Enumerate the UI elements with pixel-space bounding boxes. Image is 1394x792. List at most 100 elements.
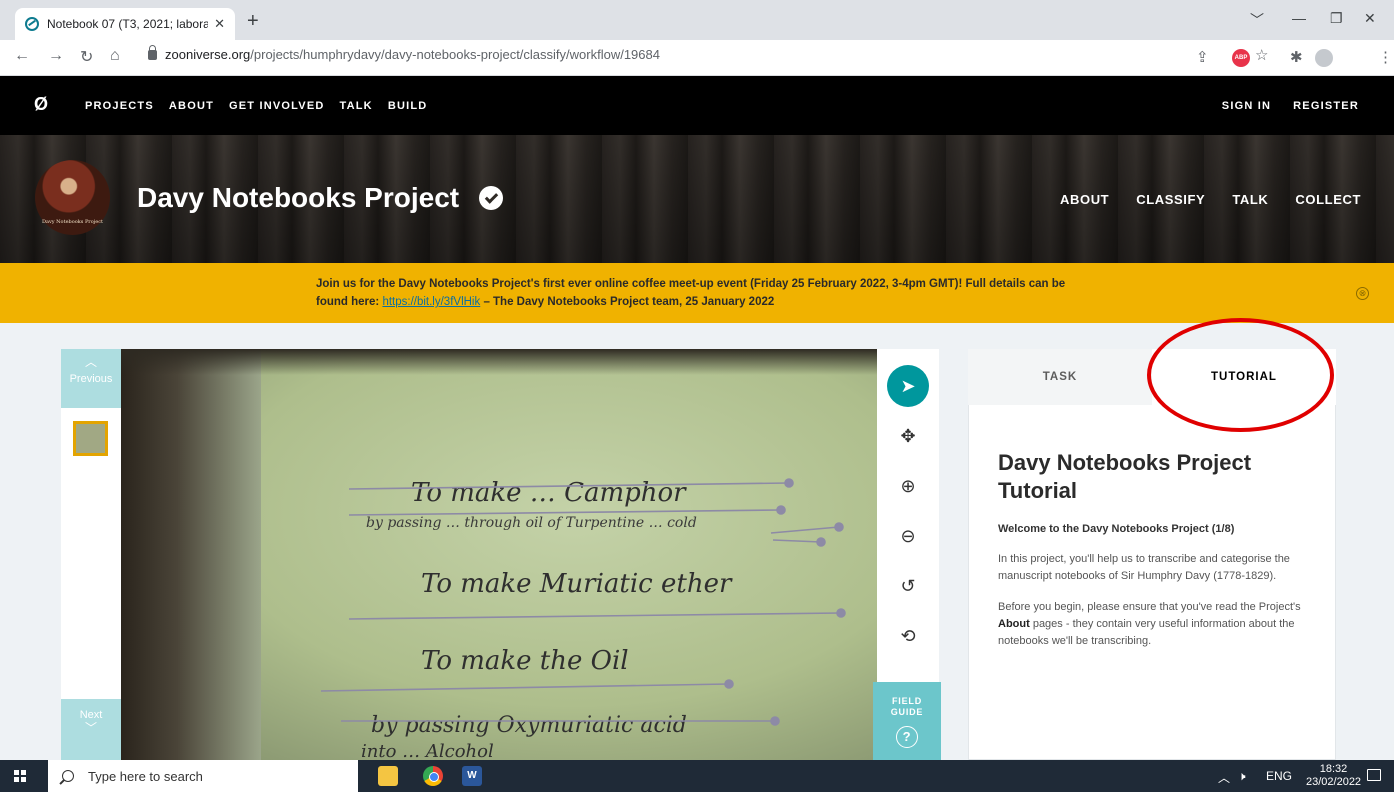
browser-tab[interactable]: Notebook 07 (T3, 2021; laborator ✕: [15, 8, 235, 40]
site-navigation: Ø PROJECTS ABOUT GET INVOLVED TALK BUILD…: [0, 76, 1394, 135]
annotation-line[interactable]: [770, 526, 840, 534]
tutorial-paragraph-text: pages - they contain very useful informa…: [998, 618, 1295, 647]
tray-chevron-icon[interactable]: ︿: [1218, 769, 1230, 786]
new-tab-button[interactable]: +: [247, 11, 259, 31]
register-link[interactable]: REGISTER: [1293, 100, 1359, 112]
url-host: zooniverse.org: [165, 47, 251, 62]
chevron-down-icon: ﹀: [84, 721, 97, 735]
nav-build[interactable]: BUILD: [388, 100, 428, 112]
about-emphasis: About: [998, 618, 1030, 630]
subject-image[interactable]: To make … Camphor by passing … through o…: [121, 349, 877, 760]
reload-icon[interactable]: ↻: [80, 47, 93, 67]
zooniverse-logo-icon[interactable]: Ø: [34, 94, 48, 115]
annotation-handle[interactable]: [784, 478, 794, 488]
field-guide-label: GUIDE: [890, 707, 924, 717]
announcement-link[interactable]: https://bit.ly/3fVlHik: [382, 296, 480, 308]
zoom-out-icon[interactable]: ⊖: [887, 515, 929, 557]
annotation-handle[interactable]: [770, 716, 780, 726]
handwriting-line: by passing Oxymuriatic acid: [371, 713, 687, 738]
nav-get-involved[interactable]: GET INVOLVED: [229, 100, 324, 112]
annotation-handle[interactable]: [816, 537, 826, 547]
annotation-handle[interactable]: [776, 505, 786, 515]
taskbar-clock[interactable]: 18:32 23/02/2022: [1306, 763, 1361, 789]
back-arrow-icon[interactable]: ←: [14, 47, 30, 65]
annotation-handle[interactable]: [724, 679, 734, 689]
extensions-puzzle-icon[interactable]: ✱: [1290, 48, 1303, 66]
move-pan-icon[interactable]: ✥: [887, 415, 929, 457]
file-explorer-icon[interactable]: [378, 766, 398, 786]
notifications-icon[interactable]: [1367, 769, 1381, 781]
clock-date: 23/02/2022: [1306, 776, 1362, 788]
reset-view-icon[interactable]: ⟲: [887, 615, 929, 657]
word-icon[interactable]: W: [462, 766, 482, 786]
project-nav-collect[interactable]: COLLECT: [1295, 192, 1361, 207]
taskbar-search-input[interactable]: Type here to search: [48, 760, 358, 792]
tab-close-icon[interactable]: ✕: [214, 16, 225, 32]
url-field[interactable]: zooniverse.org/projects/humphrydavy/davy…: [148, 44, 660, 62]
tab-search-icon[interactable]: ﹀: [1250, 10, 1264, 30]
annotate-pointer-icon[interactable]: ➤: [887, 365, 929, 407]
field-guide-button[interactable]: FIELD GUIDE ?: [873, 682, 941, 760]
share-icon[interactable]: ⇪: [1196, 48, 1209, 66]
address-bar: ← → ↻ ⌂ zooniverse.org/projects/humphryd…: [0, 40, 1394, 76]
forward-arrow-icon[interactable]: →: [48, 47, 64, 65]
zooniverse-favicon-icon: [25, 17, 39, 31]
red-highlight-circle: [1147, 318, 1334, 432]
sign-in-link[interactable]: SIGN IN: [1222, 100, 1271, 112]
home-icon[interactable]: ⌂: [110, 47, 120, 65]
previous-button[interactable]: ︿ Previous: [61, 349, 121, 408]
transcription-overlay: To make … Camphor by passing … through o…: [320, 478, 846, 760]
browser-tab-bar: Notebook 07 (T3, 2021; laborator ✕ + ﹀ —…: [0, 0, 1394, 40]
tab-title: Notebook 07 (T3, 2021; laborator: [47, 17, 209, 31]
project-nav-talk[interactable]: TALK: [1232, 192, 1268, 207]
search-icon: [62, 770, 74, 782]
profile-avatar-icon[interactable]: [1315, 49, 1333, 67]
bookmark-star-icon[interactable]: ☆: [1255, 46, 1268, 64]
nav-about[interactable]: ABOUT: [169, 100, 214, 112]
project-title-block: Davy Notebooks Project: [137, 182, 504, 214]
previous-label: Previous: [69, 373, 113, 385]
maximize-button[interactable]: ❐: [1330, 10, 1343, 27]
annotation-line[interactable]: [348, 612, 842, 620]
annotation-handle[interactable]: [836, 608, 846, 618]
url-path: /projects/humphrydavy/davy-notebooks-pro…: [250, 47, 660, 62]
site-nav-links: PROJECTS ABOUT GET INVOLVED TALK BUILD: [85, 100, 427, 112]
next-button[interactable]: Next ﹀: [61, 699, 121, 760]
project-nav-classify[interactable]: CLASSIFY: [1136, 192, 1205, 207]
announcement-signoff: – The Davy Notebooks Project team, 25 Ja…: [480, 296, 775, 308]
adblock-plus-icon[interactable]: ABP: [1232, 49, 1250, 67]
rotate-icon[interactable]: ↺: [887, 565, 929, 607]
tutorial-step: Welcome to the Davy Notebooks Project (1…: [998, 523, 1235, 535]
chrome-icon[interactable]: [423, 766, 443, 786]
volume-icon[interactable]: 🕨: [1238, 769, 1246, 784]
windows-taskbar: Type here to search W ︿ 🕨 ENG 18:32 23/0…: [0, 760, 1394, 792]
handwriting-line: by passing … through oil of Turpentine ……: [366, 515, 697, 531]
annotation-handle[interactable]: [834, 522, 844, 532]
window-close-button[interactable]: ✕: [1364, 10, 1376, 27]
annotation-line[interactable]: [772, 539, 822, 543]
handwriting-line: To make Muriatic ether: [421, 569, 733, 599]
windows-start-icon[interactable]: [14, 770, 26, 782]
subject-thumbnail[interactable]: [73, 421, 108, 456]
language-indicator[interactable]: ENG: [1266, 769, 1292, 783]
project-title[interactable]: Davy Notebooks Project: [137, 182, 459, 214]
project-avatar[interactable]: Davy Notebooks Project: [35, 160, 110, 235]
verified-check-icon: [479, 186, 504, 210]
zoom-in-icon[interactable]: ⊕: [887, 465, 929, 507]
annotation-line[interactable]: [320, 683, 730, 692]
handwriting-line: into … Alcohol: [361, 741, 494, 760]
tutorial-paragraph: Before you begin, please ensure that you…: [998, 599, 1307, 650]
project-avatar-caption: Davy Notebooks Project: [41, 219, 104, 225]
minimize-button[interactable]: —: [1292, 10, 1306, 26]
tab-task[interactable]: TASK: [968, 349, 1152, 405]
nav-talk[interactable]: TALK: [340, 100, 373, 112]
close-announcement-icon[interactable]: ⊗: [1356, 287, 1369, 300]
announcement-text: Join us for the Davy Notebooks Project's…: [316, 275, 1076, 311]
taskbar-search-placeholder: Type here to search: [88, 768, 203, 784]
nav-projects[interactable]: PROJECTS: [85, 100, 154, 112]
tutorial-paragraph: In this project, you'll help us to trans…: [998, 553, 1290, 582]
chevron-up-icon: ︿: [84, 355, 97, 369]
project-nav-about[interactable]: ABOUT: [1060, 192, 1109, 207]
browser-menu-icon[interactable]: ⋮: [1378, 48, 1393, 66]
announcement-banner: Join us for the Davy Notebooks Project's…: [0, 263, 1394, 323]
